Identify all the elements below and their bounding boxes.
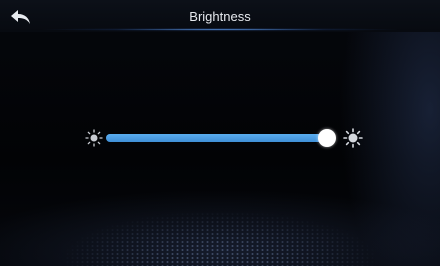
- sun-dim-icon: [85, 129, 103, 147]
- brightness-slider-thumb[interactable]: [318, 129, 336, 147]
- brightness-slider-track[interactable]: [106, 129, 336, 147]
- title-underline-glow: [40, 28, 400, 31]
- background-floor-pattern: [60, 200, 380, 266]
- brightness-slider-fill: [106, 134, 331, 142]
- title-bar: Brightness: [0, 0, 440, 32]
- page-title: Brightness: [189, 9, 251, 24]
- brightness-slider-row: [0, 126, 440, 150]
- brightness-screen: Brightness: [0, 0, 440, 266]
- sun-bright-icon: [343, 128, 363, 148]
